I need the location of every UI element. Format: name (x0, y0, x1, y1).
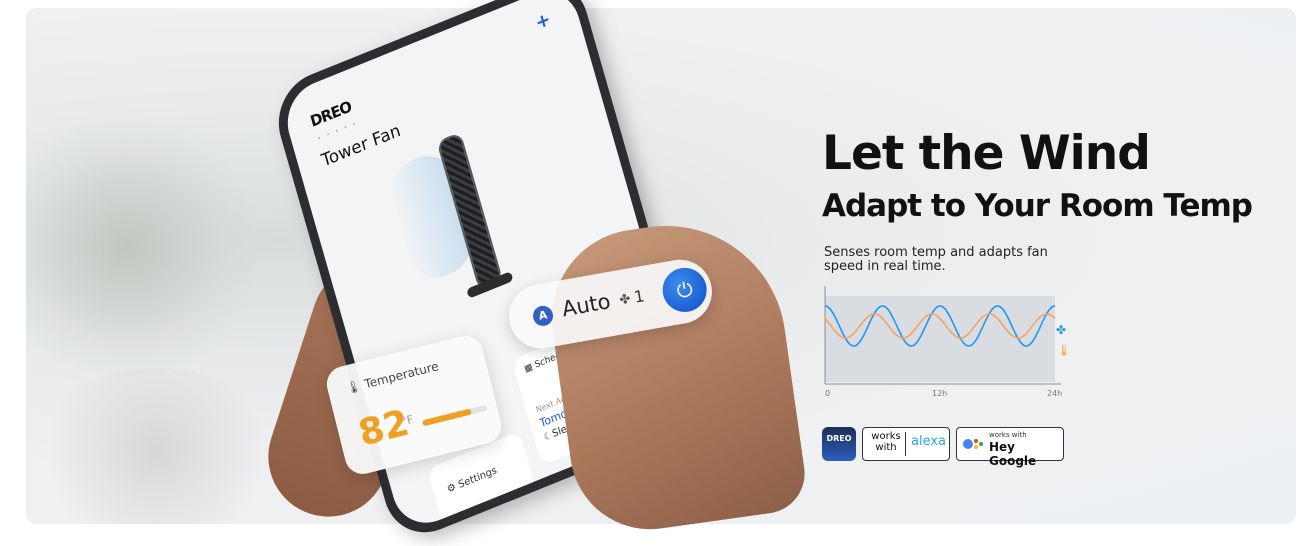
fan-legend-icon: ✤ (1056, 323, 1066, 337)
chart-x-tick-label: 12h (932, 389, 947, 398)
google-hey-text: Hey Google (989, 440, 1037, 468)
headline-line1: Let the Wind (822, 126, 1151, 181)
temperature-value: 82 (354, 402, 414, 455)
temperature-slider[interactable] (421, 404, 488, 427)
dreo-badge-text: DREO (826, 434, 852, 443)
fan-speed-icon: ✤ (618, 291, 632, 309)
background-plant-blur (26, 118, 256, 378)
google-assistant-icon (963, 439, 983, 449)
settings-text: Settings (457, 465, 499, 492)
chart-ticks-group: 0 12h 24h (825, 389, 1062, 398)
hero-description: Senses room temp and adapts fan speed in… (824, 245, 1048, 274)
background-blur (26, 368, 286, 524)
add-device-button[interactable]: + (533, 8, 553, 34)
temperature-label: 🌡 Temperature (344, 359, 440, 396)
temperature-slider-fill (421, 408, 472, 427)
power-button[interactable]: ⏻ (659, 264, 711, 316)
mode-label: Auto (560, 289, 613, 322)
google-works-text: works with (989, 431, 1027, 439)
power-icon: ⏻ (674, 276, 695, 304)
settings-label: ⚙ Settings (446, 465, 498, 496)
temperature-wind-chart: 0 12h 24h ✤ 🌡 (815, 282, 1075, 402)
fan-speed-value: 1 (632, 286, 646, 307)
temperature-unit: °F (400, 412, 415, 429)
chart-svg: 0 12h 24h ✤ 🌡 (824, 286, 1071, 398)
auto-mode-icon: A (531, 304, 555, 328)
device-title: Tower Fan (319, 120, 403, 172)
chart-x-tick-label: 0 (825, 389, 830, 398)
chart-x-tick-label: 24h (1047, 389, 1062, 398)
thermometer-icon: 🌡 (344, 378, 363, 396)
chart-plot-area (825, 296, 1055, 382)
thermometer-legend-icon: 🌡 (1057, 344, 1071, 357)
headline-line2: Adapt to Your Room Temp (822, 188, 1253, 224)
alexa-badge: works with alexa (862, 427, 950, 461)
dreo-app-badge: DREO (822, 427, 856, 461)
alexa-logo: alexa (911, 434, 947, 449)
alexa-works-text: works with (871, 431, 901, 453)
temperature-label-text: Temperature (362, 359, 441, 392)
google-badge: works with Hey Google (956, 427, 1064, 468)
alexa-divider (905, 432, 906, 456)
gear-icon: ⚙ (445, 481, 458, 496)
